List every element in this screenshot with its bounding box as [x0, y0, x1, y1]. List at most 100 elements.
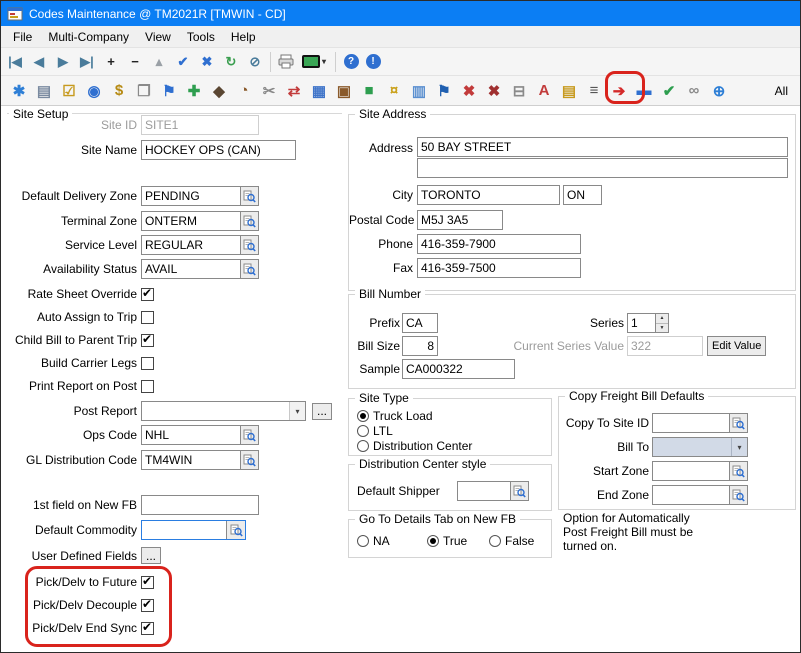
- grid-select-icon[interactable]: ▦: [307, 79, 331, 103]
- transfer-arrow-icon[interactable]: ➔: [607, 79, 631, 103]
- menu-item[interactable]: Multi-Company: [40, 28, 137, 46]
- terminal-zone-lookup-button[interactable]: [240, 211, 259, 231]
- screen-capture-button[interactable]: ▾: [297, 51, 331, 73]
- ledger-icon[interactable]: ▤: [557, 79, 581, 103]
- menu-item[interactable]: File: [5, 28, 40, 46]
- city-field[interactable]: TORONTO: [417, 185, 560, 205]
- pinwheel-icon[interactable]: ✱: [7, 79, 31, 103]
- currency-grid-icon[interactable]: ¤: [382, 79, 406, 103]
- interline-x-icon[interactable]: ✖: [457, 79, 481, 103]
- checkbox[interactable]: [141, 357, 154, 370]
- split-arrows-icon[interactable]: ⇄: [282, 79, 306, 103]
- radio-label[interactable]: Truck Load: [373, 409, 433, 423]
- service-level-lookup-button[interactable]: [240, 235, 259, 255]
- truck-icon[interactable]: ▣: [332, 79, 356, 103]
- hold-icon[interactable]: ▬: [632, 79, 656, 103]
- availability-status-field[interactable]: AVAIL: [141, 259, 241, 279]
- checkbox-label[interactable]: Rate Sheet Override: [1, 287, 141, 301]
- add-record-icon[interactable]: +: [100, 51, 122, 73]
- radio-button[interactable]: [427, 535, 439, 547]
- checkbox[interactable]: [141, 622, 154, 635]
- copy-to-site-id-lookup-button[interactable]: [729, 413, 748, 433]
- grid-check-icon[interactable]: ☑: [57, 79, 81, 103]
- end-zone-field[interactable]: [652, 485, 730, 505]
- money-icon[interactable]: $: [107, 79, 131, 103]
- default-shipper-field[interactable]: [457, 481, 511, 501]
- flagpole-icon[interactable]: ⚑: [432, 79, 456, 103]
- help-button[interactable]: ?: [340, 51, 362, 73]
- default-commodity-field[interactable]: [142, 521, 226, 539]
- app-icon[interactable]: [7, 6, 23, 22]
- end-zone-lookup-button[interactable]: [729, 485, 748, 505]
- ops-code-lookup-button[interactable]: [240, 425, 259, 445]
- checkbox[interactable]: [141, 599, 154, 612]
- default-shipper-lookup-button[interactable]: [510, 481, 529, 501]
- radio-label[interactable]: LTL: [373, 424, 393, 438]
- series-field[interactable]: 1 ▲ ▼: [627, 313, 669, 333]
- grid-add-icon[interactable]: ✚: [182, 79, 206, 103]
- radio-label[interactable]: NA: [373, 534, 390, 548]
- collapse-icon[interactable]: ▴: [148, 51, 170, 73]
- start-zone-field[interactable]: [652, 461, 730, 481]
- radio-button[interactable]: [357, 410, 369, 422]
- postal-code-field[interactable]: M5J 3A5: [417, 210, 503, 230]
- sample-field[interactable]: CA000322: [402, 359, 515, 379]
- checkbox[interactable]: [141, 576, 154, 589]
- print-icon[interactable]: [275, 51, 297, 73]
- menu-item[interactable]: Help: [223, 28, 264, 46]
- user-defined-fields-button[interactable]: ...: [141, 547, 161, 564]
- first-record-icon[interactable]: |◀: [4, 51, 26, 73]
- phone-field[interactable]: 416-359-7900: [417, 234, 581, 254]
- radio-label[interactable]: False: [505, 534, 534, 548]
- checkbox-label[interactable]: Child Bill to Parent Trip: [1, 333, 141, 347]
- blade-icon[interactable]: ✂: [257, 79, 281, 103]
- province-field[interactable]: ON: [563, 185, 602, 205]
- radio-button[interactable]: [357, 535, 369, 547]
- menu-item[interactable]: Tools: [179, 28, 223, 46]
- spin-up-button[interactable]: ▲: [656, 314, 668, 324]
- default-delivery-zone-field[interactable]: PENDING: [141, 186, 241, 206]
- checkbox-label[interactable]: Auto Assign to Trip: [1, 310, 141, 324]
- checkbox-label[interactable]: Print Report on Post: [1, 379, 141, 393]
- checkbox[interactable]: [141, 334, 154, 347]
- gl-distribution-code-field[interactable]: TM4WIN: [141, 450, 241, 470]
- checkbox-label[interactable]: Pick/Delv to Future: [1, 575, 141, 589]
- service-level-field[interactable]: REGULAR: [141, 235, 241, 255]
- approve-icon[interactable]: ✔: [657, 79, 681, 103]
- menu-item[interactable]: View: [137, 28, 179, 46]
- cargo-icon[interactable]: ■: [357, 79, 381, 103]
- copy-to-site-id-field[interactable]: [652, 413, 730, 433]
- checkbox[interactable]: [141, 288, 154, 301]
- copy-icon[interactable]: ❐: [132, 79, 156, 103]
- ops-code-field[interactable]: NHL: [141, 425, 241, 445]
- checkbox-label[interactable]: Pick/Delv Decouple: [1, 598, 141, 612]
- form-icon[interactable]: ▤: [32, 79, 56, 103]
- address-line2-field[interactable]: [417, 158, 788, 178]
- first-field-new-fb-field[interactable]: [141, 495, 259, 515]
- default-commodity-lookup-button[interactable]: [226, 521, 245, 539]
- globe-icon[interactable]: ⊕: [707, 79, 731, 103]
- radio-label[interactable]: True: [443, 534, 467, 548]
- radio-button[interactable]: [489, 535, 501, 547]
- cancel-x-icon[interactable]: ✖: [196, 51, 218, 73]
- container-icon[interactable]: ◆: [207, 79, 231, 103]
- site-name-field[interactable]: HOCKEY OPS (CAN): [141, 140, 296, 160]
- link-icon[interactable]: ∞: [682, 79, 706, 103]
- flag-icon[interactable]: ⚑: [157, 79, 181, 103]
- gl-distribution-code-lookup-button[interactable]: [240, 450, 259, 470]
- gauge-icon[interactable]: ◔: [232, 79, 256, 103]
- previous-record-icon[interactable]: ◀: [28, 51, 50, 73]
- rows-icon[interactable]: ≡: [582, 79, 606, 103]
- interline-x2-icon[interactable]: ✖: [482, 79, 506, 103]
- spreadsheet-icon[interactable]: ▥: [407, 79, 431, 103]
- fax-field[interactable]: 416-359-7500: [417, 258, 581, 278]
- audit-icon[interactable]: A: [532, 79, 556, 103]
- spin-down-button[interactable]: ▼: [656, 324, 668, 333]
- post-report-browse-button[interactable]: ...: [312, 403, 332, 420]
- next-record-icon[interactable]: ▶: [52, 51, 74, 73]
- checkbox[interactable]: [141, 380, 154, 393]
- last-record-icon[interactable]: ▶|: [76, 51, 98, 73]
- checkbox-label[interactable]: Pick/Delv End Sync: [1, 621, 141, 635]
- checkbox-label[interactable]: Build Carrier Legs: [1, 356, 141, 370]
- refresh-icon[interactable]: ↻: [220, 51, 242, 73]
